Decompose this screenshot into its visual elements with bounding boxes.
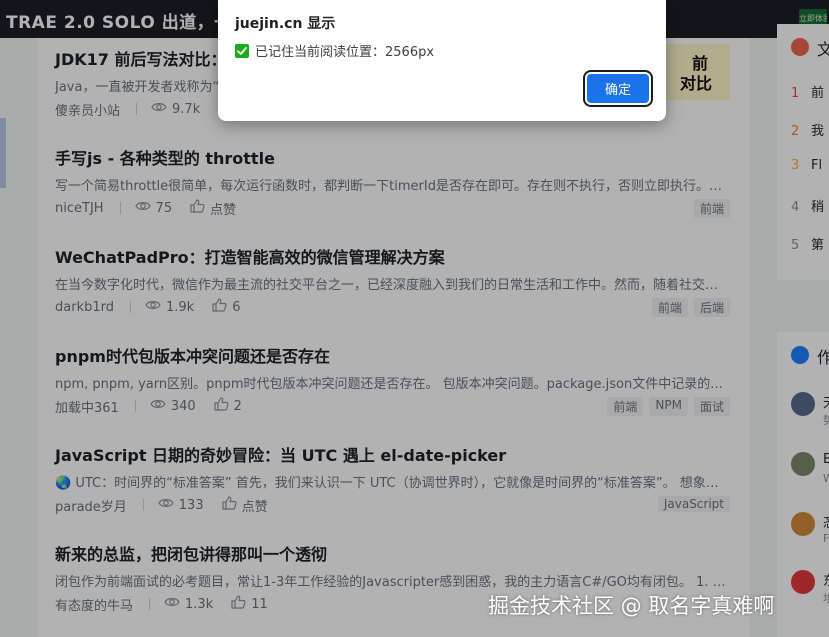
dialog-message: 已记住当前阅读位置：2566px [235,41,434,60]
checkmark-icon [235,43,249,58]
dialog-title: juejin.cn 显示 [235,16,336,32]
ok-button[interactable]: 确定 [587,74,649,103]
watermark: 掘金技术社区 @ 取名字真难啊 [488,594,775,618]
alert-dialog: juejin.cn 显示 已记住当前阅读位置：2566px 确定 [218,0,666,121]
dialog-message-text: 已记住当前阅读位置：2566px [255,45,435,60]
